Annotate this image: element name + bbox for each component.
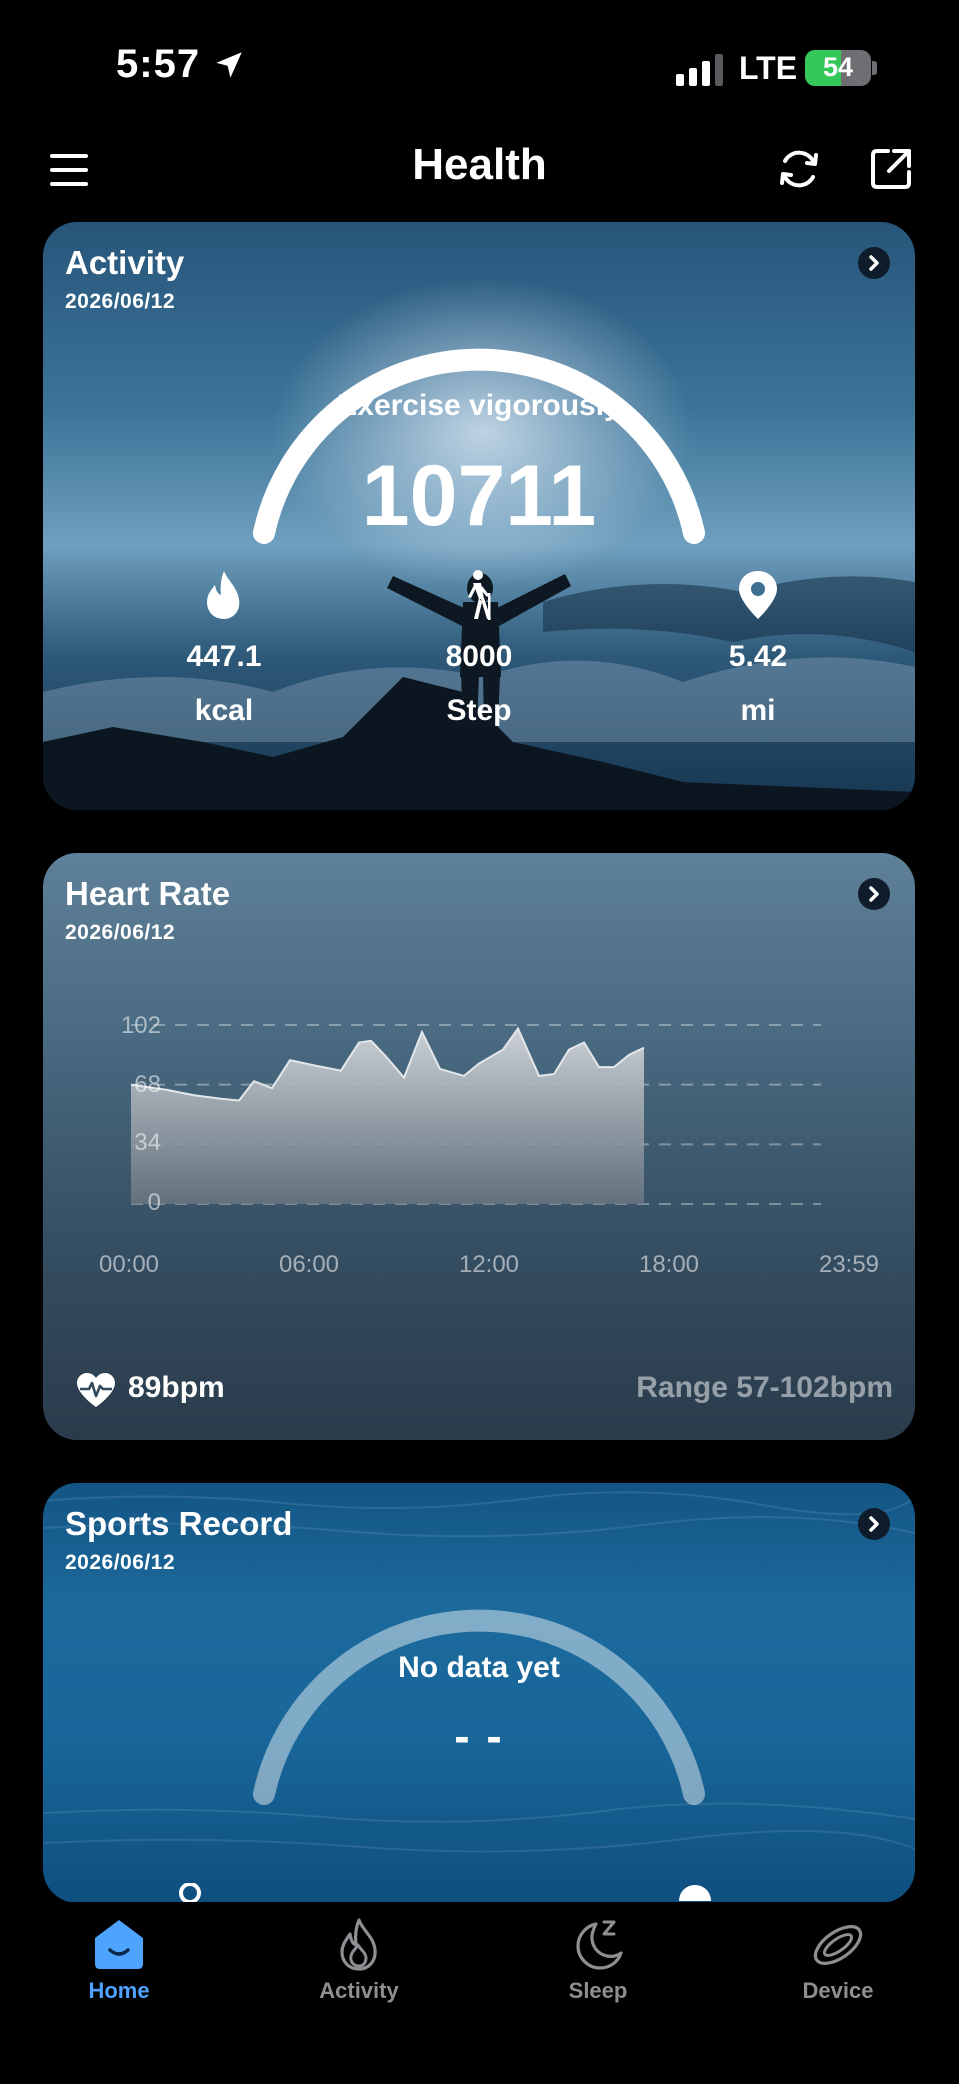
calories-value: 447.1 bbox=[186, 640, 262, 673]
calories-unit: kcal bbox=[194, 694, 254, 727]
y-tick-label: 102 bbox=[120, 1012, 161, 1039]
x-tick-label: 12:00 bbox=[458, 1251, 520, 1278]
distance-unit: mi bbox=[740, 694, 776, 727]
steps-unit: Step bbox=[446, 694, 512, 727]
tab-home[interactable]: Home bbox=[39, 1916, 199, 2004]
x-tick-label: 23:59 bbox=[818, 1251, 880, 1278]
activity-total: 10711 bbox=[361, 448, 597, 544]
activity-card[interactable]: Activity 2026/06/12 Exercise vigorously … bbox=[43, 222, 915, 810]
flame-icon bbox=[207, 571, 240, 619]
tab-label: Home bbox=[88, 1978, 150, 2003]
tab-activity[interactable]: Activity bbox=[279, 1916, 439, 2004]
sports-gauge-arc bbox=[253, 1609, 705, 1805]
band-icon bbox=[813, 1925, 863, 1965]
activity-status: Exercise vigorously bbox=[337, 389, 621, 422]
moon-icon bbox=[576, 1920, 623, 1970]
battery-cap bbox=[872, 61, 877, 75]
steps-value: 8000 bbox=[445, 640, 513, 673]
sports-status: No data yet bbox=[398, 1651, 560, 1684]
heart-pulse-icon bbox=[77, 1373, 115, 1407]
heart-rate-area bbox=[131, 1028, 644, 1204]
hiker-icon bbox=[468, 570, 491, 620]
battery-indicator: 54 bbox=[805, 50, 871, 86]
runner-icon bbox=[179, 1883, 201, 1903]
y-tick-label: 68 bbox=[134, 1071, 161, 1098]
y-tick-label: 0 bbox=[147, 1189, 161, 1216]
status-time: 5:57 bbox=[116, 42, 201, 86]
sports-placeholder-value: - - bbox=[454, 1710, 504, 1762]
x-tick-label: 18:00 bbox=[638, 1251, 700, 1278]
heart-rate-chart bbox=[130, 1024, 821, 1205]
tab-label: Device bbox=[802, 1978, 874, 2003]
tab-label: Activity bbox=[319, 1978, 399, 2003]
x-tick-label: 06:00 bbox=[278, 1251, 340, 1278]
location-pin-icon bbox=[739, 571, 777, 619]
sports-record-card[interactable]: Sports Record 2026/06/12 No data yet - - bbox=[43, 1483, 915, 1903]
tab-device[interactable]: Device bbox=[758, 1916, 918, 2004]
tab-sleep[interactable]: Sleep bbox=[518, 1916, 678, 2004]
share-icon[interactable] bbox=[868, 146, 914, 192]
distance-value: 5.42 bbox=[728, 640, 788, 673]
x-tick-label: 00:00 bbox=[98, 1251, 160, 1278]
flame-icon bbox=[340, 1918, 377, 1971]
network-type: LTE bbox=[739, 50, 798, 86]
current-heart-rate: 89bpm bbox=[128, 1371, 225, 1404]
tab-label: Sleep bbox=[568, 1978, 628, 2003]
sync-icon[interactable] bbox=[774, 144, 824, 194]
home-icon bbox=[95, 1920, 143, 1969]
signal-icon bbox=[676, 54, 723, 86]
heart-rate-range: Range 57-102bpm bbox=[636, 1371, 893, 1404]
y-tick-label: 34 bbox=[134, 1129, 161, 1156]
location-arrow-icon bbox=[216, 52, 242, 78]
battery-percent: 54 bbox=[822, 52, 854, 82]
location-pin-icon bbox=[679, 1885, 711, 1901]
heart-rate-card[interactable]: Heart Rate 2026/06/12 102 68 34 0 00:00 … bbox=[43, 853, 915, 1440]
